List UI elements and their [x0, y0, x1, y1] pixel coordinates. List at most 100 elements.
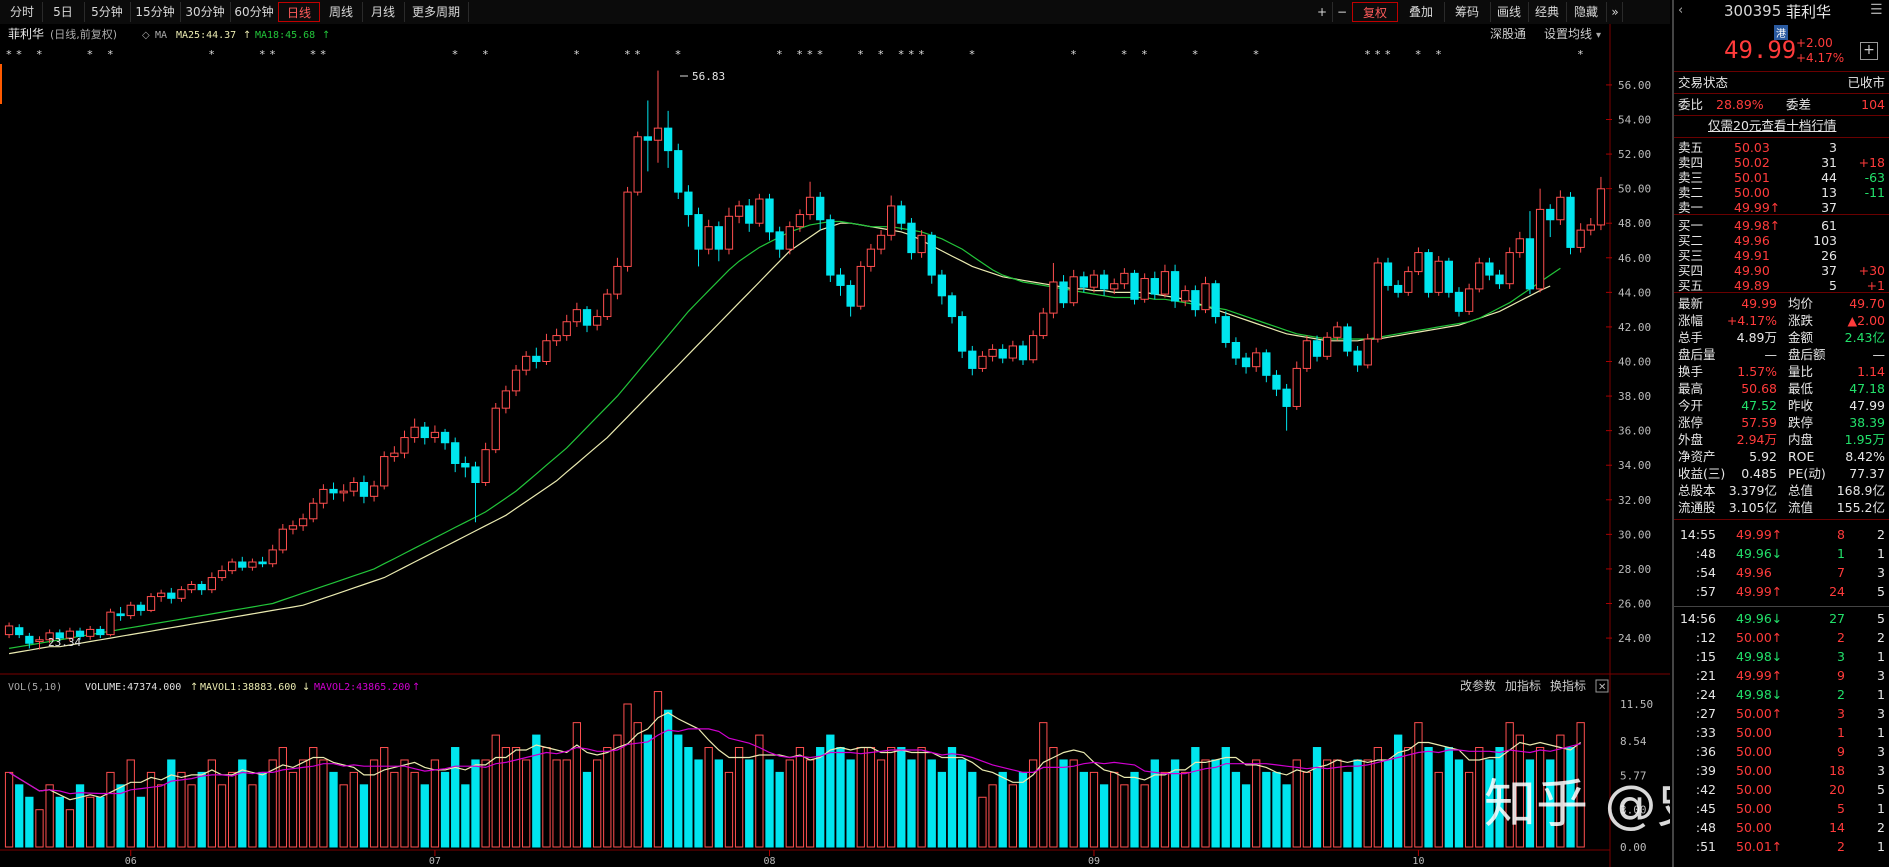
toolbar-button-2[interactable]: 复权: [1352, 2, 1398, 22]
volume-bar: [1475, 747, 1484, 848]
volume-bar: [1282, 784, 1291, 848]
toolbar-button-7[interactable]: 隐藏: [1566, 2, 1607, 22]
bid-price: 49.89: [1734, 278, 1770, 293]
tick-volume: 20: [1829, 782, 1845, 797]
volume-bar: [380, 747, 389, 848]
volume-bar: [603, 747, 612, 848]
expand-icon[interactable]: »: [1608, 2, 1623, 22]
chevron-down-icon[interactable]: ▾: [1596, 30, 1601, 41]
switch-indicator-link[interactable]: 换指标: [1550, 678, 1586, 693]
candle-body: [552, 335, 561, 342]
kline-chart[interactable]: 菲利华 (日线,前复权) ◇ MA MA25:44.37 ↑ MA18:45.6…: [0, 24, 1670, 867]
edit-params-link[interactable]: 改参数: [1460, 678, 1496, 693]
tick-volume: 1: [1837, 546, 1845, 561]
hk-connect-link[interactable]: 深股通: [1490, 27, 1526, 41]
add-icon[interactable]: +: [1860, 42, 1878, 60]
event-star-icon: *: [1121, 48, 1127, 61]
period-tab-0[interactable]: 分时: [2, 2, 43, 22]
period-tab-8[interactable]: 月线: [362, 2, 405, 22]
toolbar-button-6[interactable]: 经典: [1528, 2, 1567, 22]
volume-bar: [45, 784, 54, 848]
volume-bar: [1363, 759, 1372, 848]
candle-body: [1028, 335, 1038, 361]
period-tab-1[interactable]: 5日: [42, 2, 85, 22]
candle-body: [724, 215, 734, 250]
volume-bar: [1221, 747, 1230, 848]
volume-bar: [1272, 771, 1281, 848]
period-tab-6[interactable]: 日线: [278, 2, 320, 22]
stat-value: 2.43亿: [1844, 330, 1885, 345]
candle-body: [1089, 274, 1099, 288]
tick-row: :27 50.00↑ 3 3: [1678, 706, 1885, 721]
toolbar-button-4[interactable]: 筹码: [1444, 2, 1491, 22]
candle-body: [1302, 340, 1312, 369]
price-tick-label: 30.00: [1618, 528, 1651, 541]
stat-value: 57.59: [1741, 415, 1777, 430]
volume-bar: [1089, 771, 1099, 848]
menu-icon[interactable]: ☰: [1870, 2, 1883, 18]
toolbar-button-1[interactable]: −: [1332, 2, 1353, 22]
wb-label: 委比: [1678, 97, 1704, 112]
period-tab-2[interactable]: 5分钟: [84, 2, 131, 22]
stat-label: 涨停: [1678, 415, 1704, 430]
ask-row: 卖四 50.02 31 +18: [1678, 155, 1885, 170]
candle-body: [968, 350, 977, 369]
candle-body: [876, 234, 886, 250]
event-star-icon: *: [270, 48, 276, 61]
high-label: 56.83: [692, 70, 725, 83]
volume-bar: [1069, 759, 1078, 848]
period-tab-7[interactable]: 周线: [320, 2, 363, 22]
event-star-icon: *: [635, 48, 641, 61]
candle-body: [1525, 238, 1535, 290]
period-tab-5[interactable]: 60分钟: [230, 2, 279, 22]
period-tab-4[interactable]: 30分钟: [180, 2, 231, 22]
candle-body: [1596, 188, 1606, 226]
candle-body: [1485, 262, 1494, 276]
candle-body: [167, 592, 176, 599]
tick-row: :24 49.98↓ 2 1: [1678, 687, 1885, 702]
tick-count: 2: [1877, 527, 1885, 542]
volume-bar: [65, 809, 75, 848]
dropdown-icon[interactable]: ◇: [142, 30, 150, 41]
tick-volume: 9: [1837, 744, 1845, 759]
toolbar-button-0[interactable]: +: [1312, 2, 1333, 22]
candle-body: [309, 502, 318, 520]
price-tick-label: 38.00: [1618, 390, 1651, 403]
tick-time: :54: [1695, 565, 1716, 580]
ask-price: 50.00: [1734, 185, 1770, 200]
candle-body: [1059, 281, 1068, 304]
volume-bar: [1424, 747, 1433, 848]
stock-label: 菲利华: [8, 27, 44, 41]
status-value: 已收市: [1847, 75, 1885, 90]
volume-bar: [25, 796, 34, 848]
candle-body: [420, 426, 429, 439]
volume-bar: [1059, 759, 1068, 848]
candle-body: [1150, 278, 1159, 295]
volume-bar: [177, 771, 186, 848]
volume-bar: [522, 759, 531, 848]
period-tab-3[interactable]: 15分钟: [130, 2, 181, 22]
candle-body: [1373, 262, 1383, 340]
menu-icon[interactable]: ‹: [1678, 3, 1683, 18]
volume-bar: [694, 759, 703, 848]
volume-bar: [440, 771, 450, 848]
volume-bar: [917, 747, 926, 848]
candle-body: [927, 234, 936, 276]
tick-count: 5: [1877, 611, 1885, 626]
toolbar-button-3[interactable]: 叠加: [1398, 2, 1445, 22]
period-tab-9[interactable]: 更多周期: [404, 2, 469, 22]
stat-label: 盘后量: [1678, 347, 1716, 362]
add-indicator-link[interactable]: 加指标: [1505, 678, 1541, 693]
event-star-icon: *: [320, 48, 326, 61]
volume-bar: [1028, 759, 1038, 848]
candle-body: [268, 549, 277, 565]
price-tick-label: 24.00: [1618, 632, 1651, 645]
candle-body: [1272, 374, 1281, 390]
ma-settings-link[interactable]: 设置均线: [1544, 27, 1592, 41]
bid-volume: 37: [1821, 263, 1837, 278]
volume-bar: [461, 784, 470, 848]
candle-body: [157, 592, 166, 598]
level10-link[interactable]: 仅需20元查看十档行情: [1708, 118, 1836, 133]
close-icon-glyph[interactable]: ✕: [1598, 682, 1606, 693]
toolbar-button-5[interactable]: 画线: [1490, 2, 1529, 22]
